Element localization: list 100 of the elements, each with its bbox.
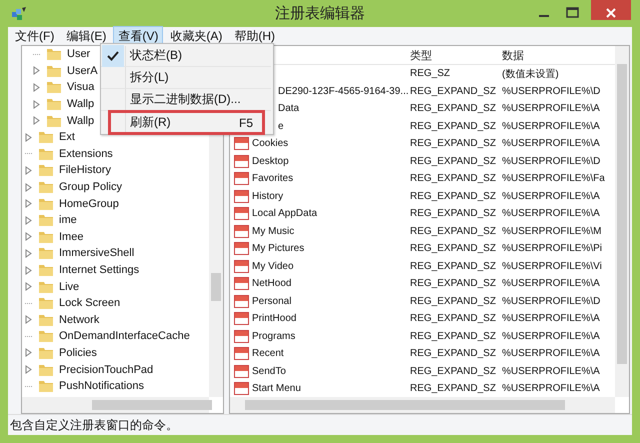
horizontal-scrollbar[interactable] [22,397,209,413]
menu-option[interactable]: 拆分(L) [101,67,271,89]
table-cell-text: %USERPROFILE%\A [502,120,601,132]
table-cell-text: %USERPROFILE%\A [502,366,601,377]
folder-icon [38,163,54,178]
value-name: My Video [252,260,294,272]
value-name: History [252,190,284,202]
table-cell-text: REG_SZ [410,68,452,80]
table-cell-text: %USERPROFILE%\A [502,103,601,114]
table-cell-text: %USERPROFILE%\A [502,383,601,394]
folder-icon [38,280,54,294]
table-cell-text: REG_EXPAND_SZ [410,383,497,394]
table-cell-text: %USERPROFILE%\D [502,86,602,97]
tree-item[interactable]: Internet Settings [59,264,140,276]
folder-icon [38,296,54,310]
table-cell-text: REG_EXPAND_SZ [410,103,497,114]
folder-icon [38,180,54,194]
folder-icon [38,379,54,394]
value-name: Programs [252,330,296,342]
folder-icon [38,146,54,161]
value-name: e [278,120,284,132]
table-cell-text: REG_EXPAND_SZ [410,190,497,202]
menu-option[interactable]: 状态栏(B) [101,45,271,67]
menu-option[interactable]: 刷新(R) F5 [110,112,263,133]
tree-item[interactable]: Group Policy [59,181,122,194]
column-header[interactable]: 数据 [502,48,615,62]
value-name: DE290-123F-4565-9164-39... [278,86,409,97]
menu-item[interactable]: 编辑(E) [61,26,112,46]
tree-item[interactable]: PushNotifications [59,380,144,392]
horizontal-scrollbar[interactable] [230,397,615,413]
table-cell-text: REG_EXPAND_SZ [410,226,497,237]
table-cell-text: REG_EXPAND_SZ [410,243,497,254]
table-cell-text: (数值未设置) [502,68,560,81]
tree-item[interactable]: Policies [59,346,97,359]
folder-icon [46,80,62,94]
tree-item[interactable]: Visua [67,81,94,94]
folder-icon [38,346,54,360]
folder-icon [38,329,54,344]
table-cell-text: %USERPROFILE%\A [502,348,601,360]
menu-item[interactable]: 收藏夹(A) [165,26,228,46]
tree-item[interactable]: HomeGroup [59,198,119,210]
folder-icon [38,130,54,144]
value-name: Data [278,103,300,114]
folder-icon [46,47,62,62]
close-icon [606,8,616,18]
table-cell-text: %USERPROFILE%\A [502,208,601,220]
table-cell-text: %USERPROFILE%\M [502,226,602,237]
table-cell-text: %USERPROFILE%\Fa [502,173,606,184]
table-cell-text: %USERPROFILE%\Vi [502,260,603,272]
vertical-scrollbar[interactable] [615,46,629,397]
registry-cubes-icon [11,6,27,22]
table-cell-text: REG_EXPAND_SZ [410,120,497,132]
tree-item[interactable]: Ext [59,131,75,144]
tree-item[interactable]: Extensions [59,148,113,160]
folder-icon [38,263,54,278]
tree-item[interactable]: Lock Screen [59,297,120,310]
folder-icon [46,114,62,128]
folder-icon [38,230,54,244]
value-name: Favorites [252,173,294,184]
table-cell-text: REG_EXPAND_SZ [410,313,497,324]
value-name: Start Menu [252,383,301,394]
tree-item[interactable]: ImmersiveShell [59,247,134,260]
table-cell-text: %USERPROFILE%\A [502,278,601,290]
table-cell-text: %USERPROFILE%\A [502,190,601,202]
table-cell-text: REG_EXPAND_SZ [410,348,497,360]
menu-item[interactable]: 文件(F) [10,26,60,46]
value-name: Personal [252,296,292,307]
tree-item[interactable]: Live [59,280,80,293]
menu-option[interactable]: 显示二进制数据(D)... [101,89,271,111]
folder-icon [46,97,62,112]
tree-item[interactable]: Wallp [67,114,94,127]
value-name: My Pictures [252,243,304,254]
tree-item[interactable]: Network [59,314,100,326]
value-name: Cookies [252,138,288,150]
tree-item[interactable]: PrecisionTouchPad [59,364,154,376]
status-text: 包含自定义注册表窗口的命令。 [8,414,632,435]
value-name: Local AppData [252,208,318,220]
table-cell-text: REG_EXPAND_SZ [410,173,497,184]
table-cell-text: REG_EXPAND_SZ [410,138,497,150]
value-name: My Music [252,226,294,237]
tree-item[interactable]: FileHistory [59,164,111,176]
close-button[interactable] [591,0,631,20]
tree-item[interactable]: User [67,48,90,60]
table-cell-text: REG_EXPAND_SZ [410,208,497,220]
folder-icon [38,196,54,211]
table-cell-text: %USERPROFILE%\A [502,138,601,150]
tree-item[interactable]: Wallp [67,98,94,110]
table-cell-text: REG_EXPAND_SZ [410,330,497,342]
folder-icon [46,64,62,78]
window-title: 注册表编辑器 [274,4,366,23]
tree-item[interactable]: OnDemandInterfaceCache [59,330,190,342]
menu-item[interactable]: 帮助(H) [229,26,280,46]
tree-item[interactable]: Imee [59,230,84,243]
table-cell-text: REG_EXPAND_SZ [410,156,497,167]
tree-item[interactable]: UserA [67,64,98,77]
table-cell-text: %USERPROFILE%\D [502,156,602,167]
column-header[interactable]: 类型 [410,48,502,62]
table-cell-text: %USERPROFILE%\D [502,296,602,307]
tree-item[interactable]: ime [59,214,77,226]
table-cell-text: %USERPROFILE%\A [502,313,601,324]
